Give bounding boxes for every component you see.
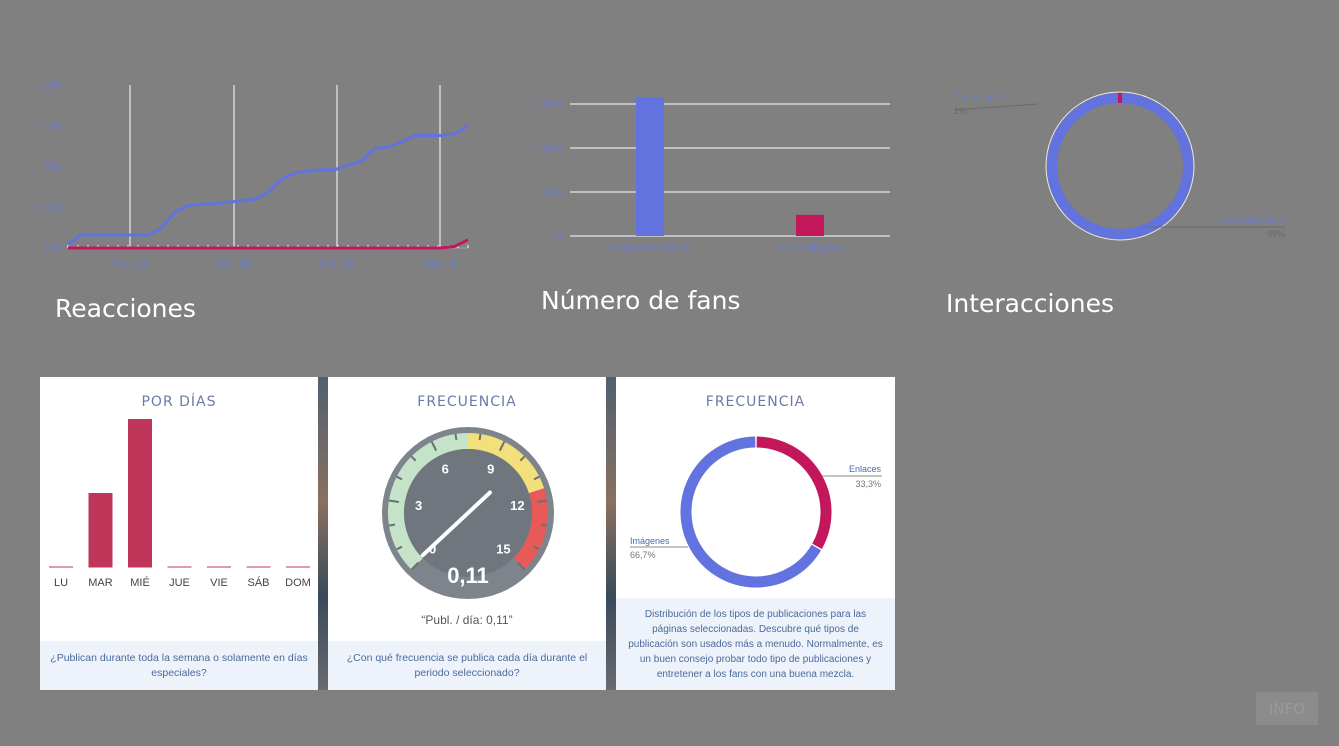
fans-title: Número de fans [541, 286, 741, 315]
dia-bar [128, 419, 152, 567]
fans-bar [636, 96, 664, 237]
gauge-tick-label: 6 [442, 461, 449, 476]
tipos-label-imagenes: Imágenes [630, 536, 670, 546]
fans-xtick-label: Undressed MOD [609, 243, 691, 255]
por-dias-footer: ¿Publican durante toda la semana o solam… [40, 641, 318, 690]
reacciones-ytick-label: 5% [45, 160, 63, 174]
gauge-tick [454, 433, 458, 441]
por-dias-chart: LU MAR MIÉ JUE VIE SÁB DOM [49, 419, 311, 589]
card-separator [606, 377, 616, 690]
gauge-tick-label: 15 [496, 541, 510, 556]
fans-chart: 0 5.000 10.000 15.000 Undressed MOD Darjeeli… [528, 96, 890, 255]
fans-ytick-label: 15.000 [528, 99, 562, 111]
info-button[interactable]: INFO [1256, 692, 1318, 725]
reacciones-ytick-label: 2,5% [35, 200, 63, 214]
frecuencia-title: FRECUENCIA [417, 394, 517, 410]
gauge-tick [388, 523, 396, 527]
tipos-pct-imagenes: 66,7% [630, 550, 656, 560]
dia-label: DOM [285, 577, 311, 589]
dia-label: JUE [169, 577, 190, 589]
dia-label: MAR [88, 577, 113, 589]
fans-ytick-label: 0 [556, 231, 562, 243]
reacciones-xtick-label: mar. 4 [423, 256, 457, 270]
reacciones-chart: 0% 2,5% 5% 7,5% 10% feb. 11 feb. 18 feb. 25 mar… [35, 78, 469, 270]
interacciones-slice [1047, 93, 1193, 239]
fans-xtick-label: Darjeeling Mx [776, 243, 844, 255]
tipos-label-enlaces: Enlaces [849, 464, 882, 474]
gauge-tick [540, 523, 548, 527]
interacciones-label-undressed: Undressed MOD [1218, 215, 1286, 225]
reacciones-ytick-label: 0% [45, 241, 63, 255]
interacciones-pct-undressed: 99% [1267, 229, 1285, 239]
tipos-slice [680, 436, 822, 588]
tipos-card: FRECUENCIA Enlaces 33,3% Imágenes 66,7% … [616, 377, 895, 690]
reacciones-ytick-label: 10% [38, 78, 62, 92]
reacciones-series-line [67, 124, 469, 246]
dia-label: MIÉ [130, 576, 150, 589]
tipos-footer: Distribución de los tipos de publicacion… [616, 598, 895, 690]
fans-ytick-label: 5.000 [534, 187, 562, 199]
tipos-pct-enlaces: 33,3% [855, 479, 881, 489]
por-dias-card: POR DÍAS LU MAR MIÉ JUE VIE SÁB DOM ¿Publican … [40, 377, 318, 690]
interacciones-label-darjeeling: Darjeeling Mx [954, 92, 1010, 102]
reacciones-xtick-label: feb. 18 [216, 256, 253, 270]
interacciones-chart: Darjeeling Mx 1% Undressed MOD 99% [953, 91, 1286, 241]
tipos-slice [756, 436, 832, 549]
tipos-title: FRECUENCIA [705, 394, 806, 410]
reacciones-title: Reacciones [55, 294, 196, 323]
gauge-value: 0,11 [447, 563, 489, 588]
dia-label: LU [54, 577, 68, 589]
gauge-tick-label: 9 [487, 461, 494, 476]
frecuencia-caption: “Publ. / día: 0,11” [421, 613, 513, 627]
frecuencia-footer: ¿Con qué frecuencia se publica cada día … [328, 641, 606, 690]
interacciones-pct-darjeeling: 1% [954, 106, 967, 116]
dia-bar [88, 493, 113, 567]
tipos-chart: Enlaces 33,3% Imágenes 66,7% [630, 436, 882, 588]
reacciones-series-line [68, 238, 469, 250]
frecuencia-card: FRECUENCIA 0 3 6 9 12 15 0,11 “Publ. / día: 0… [328, 377, 606, 690]
card-separator [318, 377, 328, 690]
frecuencia-gauge: 036 91215 0,11 [382, 427, 554, 599]
gauge-tick-label: 12 [510, 498, 524, 513]
fans-ytick-label: 10.000 [528, 143, 562, 155]
fans-bar [796, 214, 824, 236]
reacciones-xtick-label: feb. 25 [319, 256, 356, 270]
gauge-tick-label: 3 [415, 498, 422, 513]
dia-label: VIE [210, 577, 228, 589]
interacciones-title: Interacciones [946, 289, 1114, 318]
gauge-tick [478, 433, 482, 441]
reacciones-ytick-label: 7,5% [35, 119, 63, 133]
reacciones-xtick-label: feb. 11 [112, 256, 148, 270]
dia-label: SÁB [247, 576, 269, 589]
interacciones-ring-border [1045, 91, 1195, 241]
